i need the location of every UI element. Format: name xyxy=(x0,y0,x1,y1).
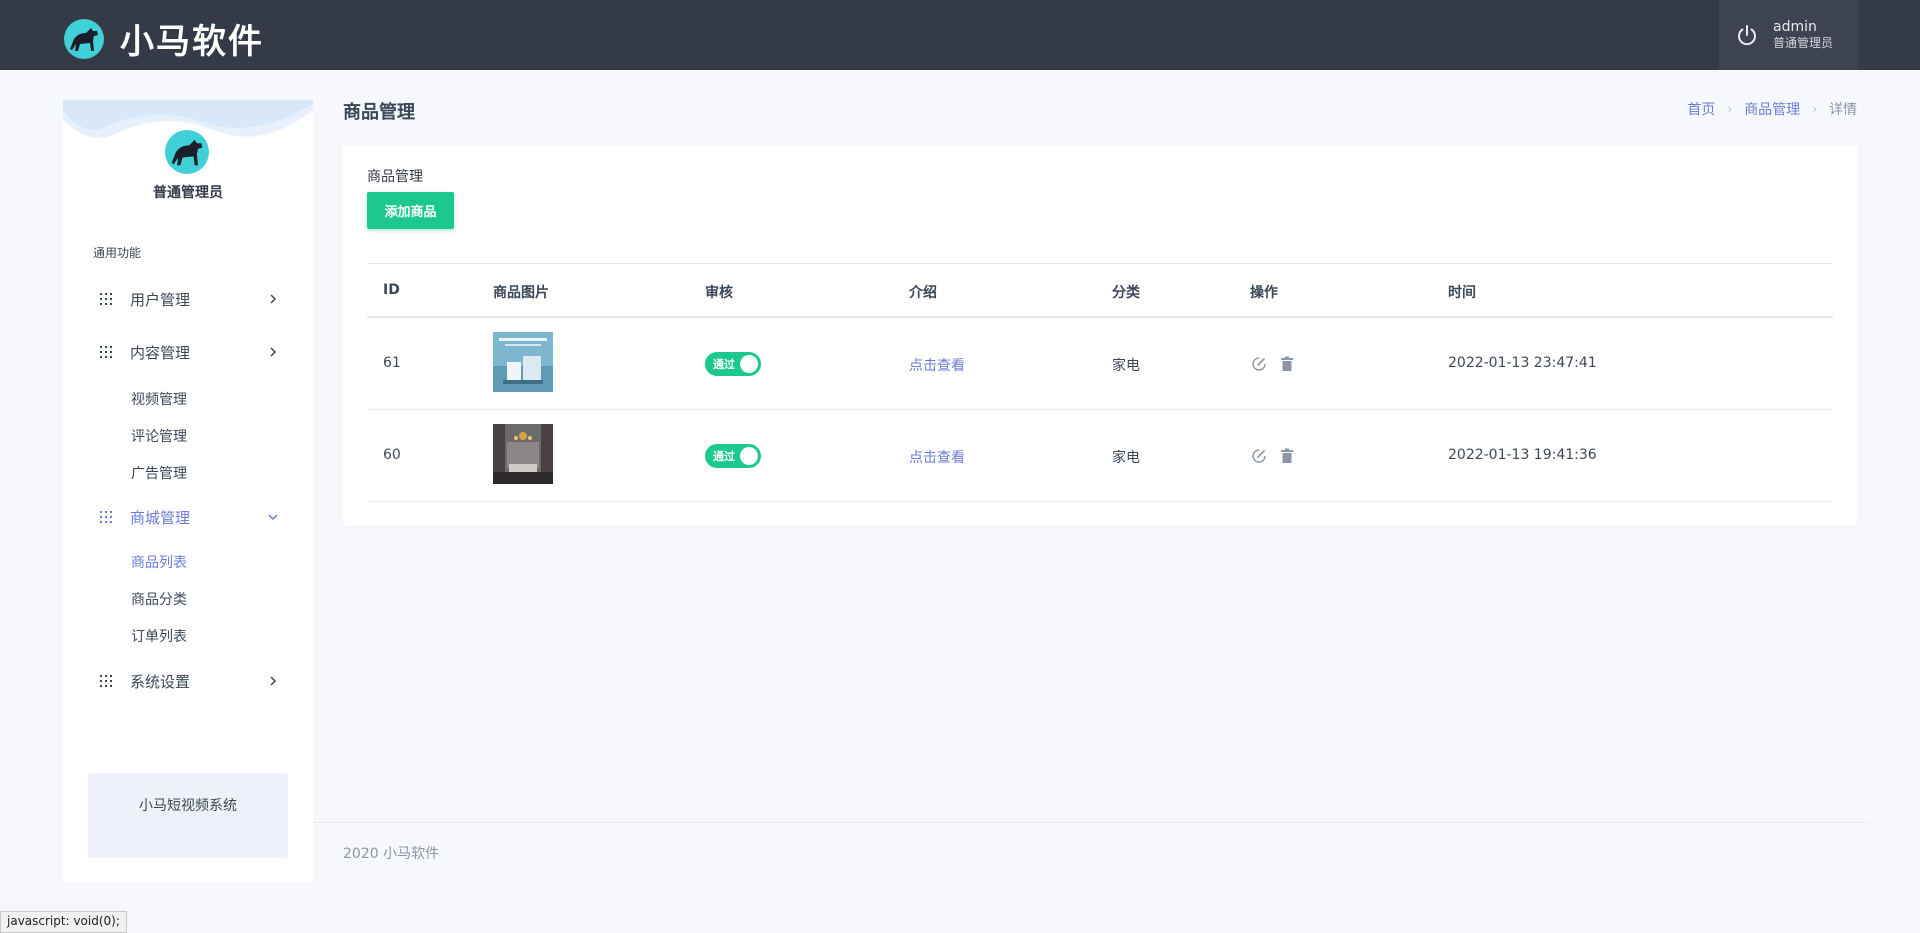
breadcrumb-current: 详情 xyxy=(1829,102,1857,118)
trash-icon[interactable] xyxy=(1278,355,1296,373)
chevron-right-icon: › xyxy=(1812,102,1817,116)
cell-id: 60 xyxy=(383,447,401,463)
column-header: 分类 xyxy=(1112,285,1140,301)
table-header: ID 商品图片 审核 介绍 分类 操作 时间 xyxy=(367,263,1833,318)
sidebar-role: 普通管理员 xyxy=(153,185,223,201)
view-intro-link[interactable]: 点击查看 xyxy=(909,447,965,467)
chevron-right-icon xyxy=(270,676,277,686)
audit-toggle[interactable]: 通过 xyxy=(705,352,761,376)
toggle-label: 通过 xyxy=(713,450,735,463)
power-icon[interactable] xyxy=(1735,23,1759,47)
breadcrumb: 首页 › 商品管理 › 详情 xyxy=(1687,99,1857,119)
toggle-knob xyxy=(740,447,758,465)
column-header: 时间 xyxy=(1448,285,1476,301)
top-bar: 小马软件 admin 普通管理员 xyxy=(0,0,1920,70)
sidebar-item-label: 系统设置 xyxy=(130,672,191,691)
cell-time: 2022-01-13 19:41:36 xyxy=(1448,447,1597,463)
sidebar-card-text: 小马短视频系统 xyxy=(139,798,237,814)
product-table: ID 商品图片 审核 介绍 分类 操作 时间 61 通过 点击查看 家电 202… xyxy=(367,263,1833,502)
cell-category: 家电 xyxy=(1112,358,1140,374)
horse-logo-icon xyxy=(64,18,104,59)
sidebar-item-label: 商城管理 xyxy=(130,508,191,527)
browser-status-bar: javascript: void(0); xyxy=(0,911,127,933)
grid-icon xyxy=(100,675,112,687)
chevron-right-icon xyxy=(270,294,277,304)
cell-id: 61 xyxy=(383,355,401,371)
sidebar-info-card: 小马短视频系统 xyxy=(88,773,288,858)
audit-toggle[interactable]: 通过 xyxy=(705,444,761,468)
sidebar-item-label: 内容管理 xyxy=(130,343,191,362)
column-header: 审核 xyxy=(705,285,733,301)
breadcrumb-product-management[interactable]: 商品管理 xyxy=(1744,99,1800,119)
sidebar-section-title: 通用功能 xyxy=(93,246,142,260)
add-product-button[interactable]: 添加商品 xyxy=(367,192,454,229)
brand[interactable]: 小马软件 xyxy=(64,14,264,63)
footer-divider xyxy=(313,822,1870,823)
sidebar-subitem-products[interactable]: 商品列表 xyxy=(131,552,187,572)
edit-icon[interactable] xyxy=(1250,447,1268,465)
column-header: 介绍 xyxy=(909,285,937,301)
chevron-down-icon xyxy=(268,514,278,521)
sidebar-item-label: 用户管理 xyxy=(130,290,191,309)
sidebar-subitem-ads[interactable]: 广告管理 xyxy=(131,463,187,483)
column-header: ID xyxy=(383,282,400,298)
trash-icon[interactable] xyxy=(1278,447,1296,465)
avatar xyxy=(165,130,209,174)
edit-icon[interactable] xyxy=(1250,355,1268,373)
column-header: 操作 xyxy=(1250,285,1278,301)
sidebar-subitem-categories[interactable]: 商品分类 xyxy=(131,589,187,609)
product-image[interactable] xyxy=(493,332,553,392)
view-intro-link[interactable]: 点击查看 xyxy=(909,355,965,375)
page-title: 商品管理 xyxy=(343,102,415,123)
cell-category: 家电 xyxy=(1112,450,1140,466)
sidebar-subitem-orders[interactable]: 订单列表 xyxy=(131,626,187,646)
toggle-knob xyxy=(740,355,758,373)
chevron-right-icon: › xyxy=(1727,102,1733,116)
grid-icon xyxy=(100,511,112,523)
product-image[interactable] xyxy=(493,424,553,484)
footer-text: 2020 小马软件 xyxy=(343,846,440,862)
sidebar-subitem-comments[interactable]: 评论管理 xyxy=(131,426,187,446)
sidebar-item-settings[interactable]: 系统设置 xyxy=(63,661,313,701)
sidebar-item-mall[interactable]: 商城管理 xyxy=(63,497,313,537)
user-role: 普通管理员 xyxy=(1773,36,1834,50)
sidebar-item-content[interactable]: 内容管理 xyxy=(63,332,313,372)
product-card: 商品管理 添加商品 ID 商品图片 审核 介绍 分类 操作 时间 61 通过 点… xyxy=(343,145,1857,525)
brand-name: 小马软件 xyxy=(120,22,264,62)
grid-icon xyxy=(100,346,112,358)
grid-icon xyxy=(100,293,112,305)
chevron-right-icon xyxy=(270,347,277,357)
sidebar: 普通管理员 通用功能 用户管理 内容管理 视频管理 评论管理 广告管理 商城管理… xyxy=(63,100,313,882)
column-header: 商品图片 xyxy=(493,285,549,301)
cell-time: 2022-01-13 23:47:41 xyxy=(1448,355,1597,371)
card-title: 商品管理 xyxy=(367,169,423,185)
user-name: admin xyxy=(1773,19,1817,35)
user-info: admin 普通管理员 xyxy=(1773,19,1833,51)
table-row: 61 通过 点击查看 家电 2022-01-13 23:47:41 xyxy=(367,318,1833,410)
sidebar-item-users[interactable]: 用户管理 xyxy=(63,279,313,319)
sidebar-subitem-videos[interactable]: 视频管理 xyxy=(131,389,187,409)
table-row: 60 通过 点击查看 家电 2022-01-13 19:41:36 xyxy=(367,410,1833,502)
toggle-label: 通过 xyxy=(713,358,735,371)
breadcrumb-home[interactable]: 首页 xyxy=(1687,99,1715,119)
user-menu[interactable]: admin 普通管理员 xyxy=(1719,0,1858,70)
